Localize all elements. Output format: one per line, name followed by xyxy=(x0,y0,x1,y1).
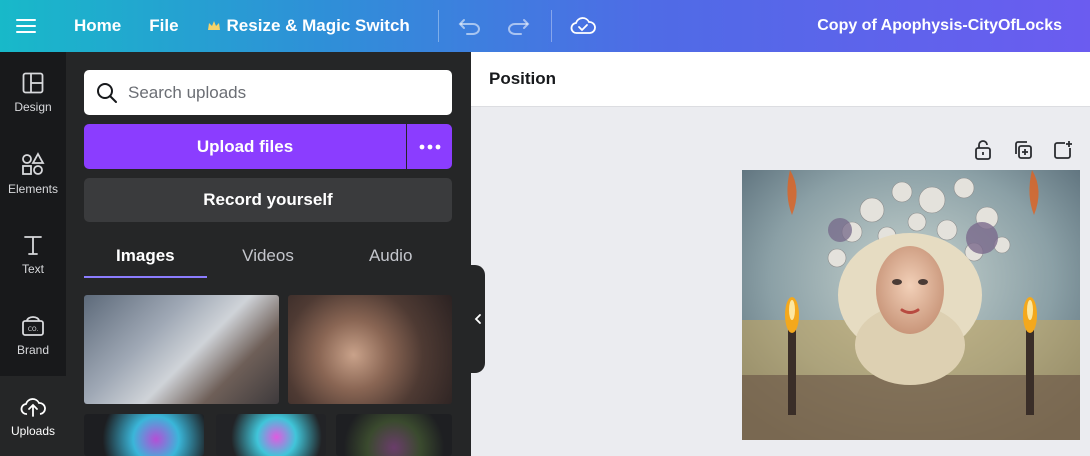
more-options-button[interactable] xyxy=(407,124,452,169)
add-page-icon xyxy=(1054,141,1072,159)
rail-item-elements[interactable]: Elements xyxy=(0,133,66,214)
more-dots-icon xyxy=(419,144,440,149)
duplicate-icon xyxy=(1015,141,1032,159)
divider xyxy=(437,10,439,42)
cloud-check-icon xyxy=(570,17,596,34)
rail-label: Brand xyxy=(16,342,50,357)
home-menu[interactable]: Home xyxy=(74,16,121,36)
shapes-icon xyxy=(22,151,45,175)
position-button[interactable]: Position xyxy=(489,69,556,89)
search-input[interactable] xyxy=(128,82,428,103)
menu-button[interactable] xyxy=(0,0,52,52)
file-menu[interactable]: File xyxy=(149,16,178,36)
rail-item-uploads[interactable]: Uploads xyxy=(0,376,66,456)
divider xyxy=(550,10,552,42)
search-icon xyxy=(97,82,117,103)
rail-label: Uploads xyxy=(10,423,56,438)
tab-videos[interactable]: Videos xyxy=(207,234,330,278)
hamburger-icon xyxy=(16,19,36,33)
crown-icon xyxy=(207,21,220,30)
redo-icon xyxy=(507,19,530,35)
upload-thumbnail[interactable] xyxy=(336,414,452,456)
cloud-upload-icon xyxy=(20,397,46,417)
page-tools xyxy=(970,137,1076,163)
upload-thumbnail[interactable] xyxy=(84,295,279,404)
lock-button[interactable] xyxy=(970,137,996,163)
brand-icon: CO. xyxy=(22,315,44,336)
media-tabs: Images Videos Audio xyxy=(84,234,452,278)
tab-audio[interactable]: Audio xyxy=(329,234,452,278)
undo-button[interactable] xyxy=(455,11,485,41)
upload-thumbnail[interactable] xyxy=(288,295,452,404)
search-box[interactable] xyxy=(84,70,452,115)
save-status-button[interactable] xyxy=(568,11,598,41)
left-rail: Design Elements Text CO. Brand Uploads xyxy=(0,52,66,456)
document-title[interactable]: Copy of Apophysis-CityOfLocks xyxy=(817,0,1062,52)
upload-thumbnail[interactable] xyxy=(216,414,326,456)
lock-icon xyxy=(975,140,991,160)
record-yourself-button[interactable]: Record yourself xyxy=(84,178,452,222)
rail-label: Elements xyxy=(7,181,59,196)
resize-label: Resize & Magic Switch xyxy=(226,16,410,35)
uploads-panel: Upload files Record yourself Images Vide… xyxy=(66,52,471,456)
upload-files-button[interactable]: Upload files xyxy=(84,124,406,169)
rail-item-text[interactable]: Text xyxy=(0,214,66,295)
rail-item-brand[interactable]: CO. Brand xyxy=(0,295,66,376)
context-toolbar: Position xyxy=(471,52,1090,107)
duplicate-page-button[interactable] xyxy=(1010,137,1036,163)
svg-text:CO.: CO. xyxy=(28,326,39,333)
upload-thumbnail[interactable] xyxy=(84,414,204,456)
redo-button[interactable] xyxy=(503,11,533,41)
collapse-panel-handle[interactable] xyxy=(471,265,485,373)
top-bar: Home File Resize & Magic Switch Copy of … xyxy=(0,0,1090,52)
chevron-left-icon xyxy=(474,314,481,324)
artwork-image xyxy=(742,170,1080,440)
layout-icon xyxy=(22,72,44,93)
text-icon xyxy=(24,235,42,255)
add-page-button[interactable] xyxy=(1050,137,1076,163)
rail-item-design[interactable]: Design xyxy=(0,52,66,133)
resize-menu[interactable]: Resize & Magic Switch xyxy=(207,16,410,36)
canvas-artwork[interactable] xyxy=(742,170,1080,440)
tab-images[interactable]: Images xyxy=(84,234,207,278)
rail-label: Text xyxy=(21,261,44,276)
undo-icon xyxy=(458,19,480,35)
rail-label: Design xyxy=(14,99,52,114)
